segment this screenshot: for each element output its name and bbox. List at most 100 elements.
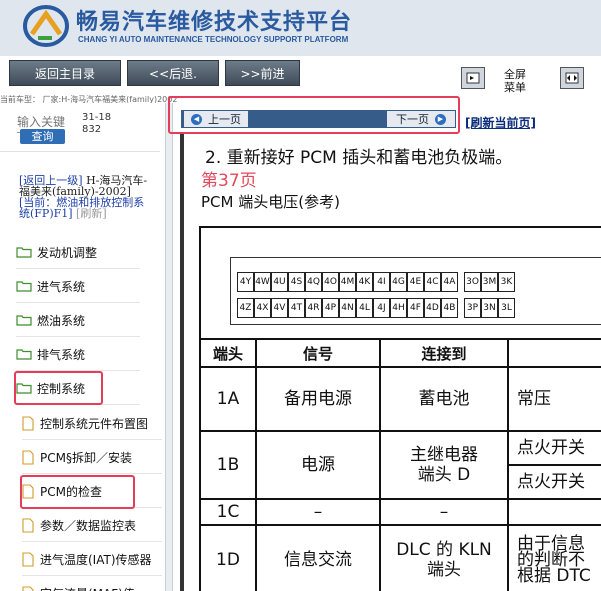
refresh-page-link[interactable]: [刷新当前页] [465, 114, 536, 131]
folder-icon [16, 280, 37, 292]
connector-pin: 4T [288, 298, 305, 318]
signal-cell: – [255, 498, 381, 526]
toggle-menu-icon[interactable] [560, 67, 584, 89]
item-divider [16, 302, 140, 303]
connector-pin: 4H [390, 298, 407, 318]
connector-pin: 3O [464, 272, 481, 292]
home-button[interactable]: 返回主目录 [9, 60, 121, 86]
sidebar-item-label: 排气系统 [37, 347, 86, 362]
highlight-box [20, 475, 135, 509]
folder-icon [16, 314, 37, 326]
refresh-tree-link[interactable]: [刷新] [76, 207, 107, 220]
page-number: 第37页 [201, 171, 257, 191]
connector-pin: 4P [322, 298, 339, 318]
connect-cell: DLC 的 KLN 端头 [379, 524, 509, 591]
connector-pin: 4J [373, 298, 390, 318]
sidebar-folder-item[interactable]: 排气系统 [16, 339, 85, 369]
step-text: 2. 重新接好 PCM 插头和蓄电池负极端。 [205, 148, 513, 168]
connector-pin: 4O [322, 272, 339, 292]
sidebar-folder-item[interactable]: 发动机调整 [16, 237, 97, 267]
connector-pin: 4W [254, 272, 271, 292]
connector-pin: 3N [481, 298, 498, 318]
folder-icon [16, 348, 37, 360]
back-button[interactable]: <<后退. [127, 60, 219, 86]
signal-cell: 备用电源 [255, 366, 381, 432]
item-divider [22, 473, 162, 474]
item-divider [16, 268, 140, 269]
connect-cell: 主继电器 端头 D [379, 430, 509, 500]
connector-pin: 4R [305, 298, 322, 318]
connector-pin: 4F [407, 298, 424, 318]
sidebar-item-label: 空气流量(MAF)传 [40, 585, 135, 591]
condition-cell: 由于信息 的判断不 根据 DTC [507, 524, 601, 591]
condition-cell: 点火开关 [507, 464, 601, 500]
forward-button[interactable]: >>前进 [225, 60, 300, 86]
connector-pin: 4M [339, 272, 356, 292]
item-divider [16, 336, 140, 337]
condition-cell [507, 498, 601, 526]
sidebar-doc-item[interactable]: 空气流量(MAF)传 [22, 578, 135, 591]
app-subtitle: CHANG YI AUTO MAINTENANCE TECHNOLOGY SUP… [78, 35, 349, 44]
document-icon [22, 585, 40, 591]
app-title: 畅易汽车维修技术支持平台 [76, 10, 353, 35]
table-row: 1B 电源 主继电器 端头 D 点火开关 [199, 430, 601, 500]
terminal-cell: 1D [199, 524, 257, 591]
toolbar: 返回主目录 <<后退. >>前进 全屏 菜单 [0, 56, 601, 94]
sidebar-item-label: 燃油系统 [37, 313, 86, 328]
sidebar-doc-item[interactable]: 参数／数据监控表 [22, 510, 136, 540]
connector-pin: 4D [424, 298, 441, 318]
sidebar-doc-item[interactable]: 进气温度(IAT)传感器 [22, 544, 152, 574]
connector-pin: 3L [498, 298, 515, 318]
fullscreen-label: 全屏 菜单 [504, 68, 526, 94]
section-title: PCM 端头电压(参考) [201, 193, 340, 211]
document-icon [22, 517, 40, 533]
sidebar-item-label: 控制系统元件布置图 [40, 416, 149, 431]
connector-pin: 4U [271, 272, 288, 292]
tree-breadcrumb: [返回上一级] H-海马汽车-福美来(family)-2002] [当前：燃油和… [19, 175, 151, 219]
connector-pin: 4B [441, 298, 458, 318]
connector-pin: 4Z [237, 298, 254, 318]
app-header: 畅易汽车维修技术支持平台 CHANG YI AUTO MAINTENANCE T… [0, 0, 601, 56]
folder-icon [16, 246, 37, 258]
sidebar-doc-item[interactable]: 控制系统元件布置图 [22, 408, 148, 438]
connector-pin: 3M [481, 272, 498, 292]
terminal-cell: 1A [199, 366, 257, 432]
sidebar-folder-item[interactable]: 燃油系统 [16, 305, 85, 335]
sidebar-item-label: 进气温度(IAT)传感器 [40, 552, 152, 567]
connector-pin: 4L [356, 298, 373, 318]
pin-row-bottom: 4Z 4X 4V 4T 4R 4P 4N 4L 4J 4H 4F 4D 4B 3P 3N 3L [237, 298, 515, 318]
sidebar-item-label: 参数／数据监控表 [40, 518, 137, 533]
connector-pin: 4E [407, 272, 424, 292]
highlight-box [168, 96, 460, 134]
sidebar-doc-item[interactable]: PCM§拆卸／安装 [22, 442, 132, 472]
connect-cell: – [379, 498, 509, 526]
fullscreen-icon[interactable] [461, 67, 485, 89]
connector-pin: 4N [339, 298, 356, 318]
table-row: 1A 备用电源 蓄电池 常压 [199, 366, 601, 432]
sidebar-item-label: 发动机调整 [37, 245, 98, 260]
table-row: 1C – – [199, 498, 601, 526]
pin-row-top: 4Y 4W 4U 4S 4Q 4O 4M 4K 4I 4G 4E 4C 4A 3O 3M 3K [237, 272, 515, 292]
connector-pin: 4C [424, 272, 441, 292]
signal-cell: 信息交流 [255, 524, 381, 591]
signal-cell: 电源 [255, 430, 381, 500]
connector-pin: 3K [498, 272, 515, 292]
connector-pin: 4K [356, 272, 373, 292]
col-header: 信号 [255, 338, 381, 368]
search-button[interactable]: 查询 [20, 129, 65, 144]
splitter-handle[interactable] [165, 103, 173, 591]
item-divider [22, 439, 162, 440]
sidebar-folder-item[interactable]: 进气系统 [16, 271, 85, 301]
connect-cell: 蓄电池 [379, 366, 509, 432]
sidebar-item-label: PCM§拆卸／安装 [40, 450, 132, 465]
connector-pin: 4S [288, 272, 305, 292]
terminal-cell: 1C [199, 498, 257, 526]
condition-cell: 常压 [507, 366, 601, 432]
table-header-row: 端头 信号 连接到 [199, 338, 601, 368]
document-icon [22, 415, 40, 431]
doc-edge [180, 134, 184, 591]
connector-pin: 4V [271, 298, 288, 318]
terminal-cell: 1B [199, 430, 257, 500]
highlight-box [14, 371, 103, 405]
document-icon [22, 449, 40, 465]
